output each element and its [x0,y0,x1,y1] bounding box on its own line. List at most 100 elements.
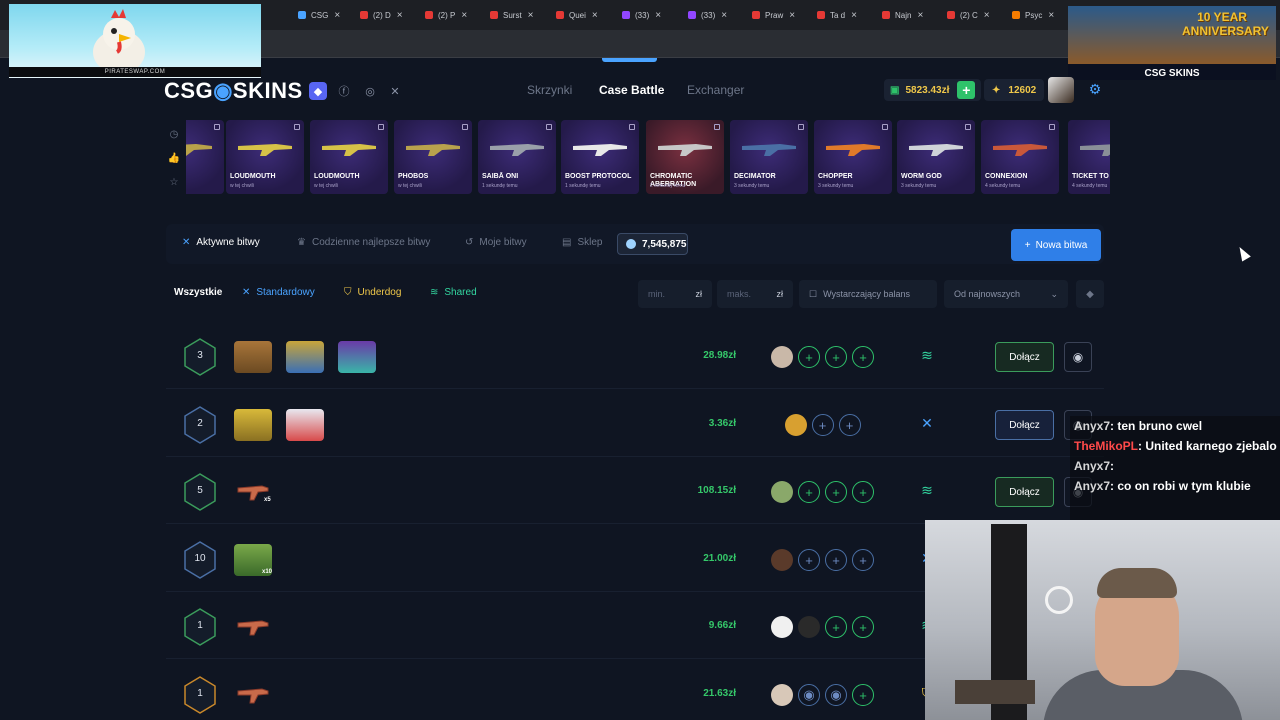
close-tab-icon[interactable]: × [334,10,340,21]
drop-card[interactable] [186,120,224,194]
browser-tab[interactable]: (33) × [622,6,674,24]
join-slot-button[interactable]: + [852,616,874,638]
close-tab-icon[interactable]: × [397,10,403,21]
player-avatar[interactable] [771,616,793,638]
drop-card[interactable]: LOUDMOUTH w tej chwili [310,120,388,194]
close-tab-icon[interactable]: × [1048,10,1054,21]
deposit-button[interactable]: + [957,81,976,99]
bot-slot-icon[interactable]: ◉ [825,684,847,706]
drop-card[interactable]: LOUDMOUTH w tej chwili [226,120,304,194]
browser-tab[interactable]: (2) D × [360,6,412,24]
drop-card[interactable]: BOOST PROTOCOL 1 sekundę temu [561,120,639,194]
max-price-input[interactable]: maks. zł [717,280,793,308]
plus-icon: + [1024,239,1031,251]
close-tab-icon[interactable]: × [528,10,534,21]
sufficient-balance-toggle[interactable]: ☐ Wystarczający balans [799,280,937,308]
filter-standard[interactable]: ✕ Standardowy [242,287,315,298]
balance-display[interactable]: ▣ 5823.43zł + [884,79,982,101]
player-avatar[interactable] [771,481,793,503]
min-price-input[interactable]: min. zł [638,280,712,308]
drop-card[interactable]: WORM GOD 3 sekundy temu [897,120,975,194]
join-slot-button[interactable]: + [852,346,874,368]
browser-tab[interactable]: CSG × [298,6,350,24]
join-slot-button[interactable]: + [852,549,874,571]
favicon-icon [688,11,696,19]
drop-card[interactable]: CHOPPER 3 sekundy temu [814,120,892,194]
browser-tab[interactable]: Najn × [882,6,934,24]
close-tab-icon[interactable]: × [789,10,795,21]
close-tab-icon[interactable]: × [721,10,727,21]
tab-daily-best[interactable]: ♛ Codzienne najlepsze bitwy [297,237,430,248]
filter-underdog[interactable]: ⛉ Underdog [344,287,401,298]
thumbs-up-icon[interactable]: 👍 [168,153,180,164]
discord-icon[interactable]: ◆ [309,82,327,100]
new-battle-button[interactable]: + Nowa bitwa [1011,229,1101,261]
browser-tab[interactable]: (2) C × [947,6,999,24]
close-tab-icon[interactable]: × [917,10,923,21]
filter-shared[interactable]: ≋ Shared [430,287,477,298]
weapon-icon [1080,144,1110,156]
join-slot-button[interactable]: + [825,481,847,503]
player-avatar[interactable] [771,346,793,368]
facebook-icon[interactable]: ⓕ [335,82,353,100]
join-slot-button[interactable]: + [798,481,820,503]
filter-all[interactable]: Wszystkie [174,287,222,298]
clear-filters-button[interactable]: ◆ [1076,280,1104,308]
drop-card[interactable]: SAIBĀ ONI 1 sekundę temu [478,120,556,194]
close-tab-icon[interactable]: × [592,10,598,21]
clock-icon[interactable]: ◷ [170,129,179,140]
browser-tab[interactable]: (33) × [688,6,740,24]
join-slot-button[interactable]: + [838,414,861,436]
join-slot-button[interactable]: + [825,346,847,368]
join-slot-button[interactable]: + [825,616,847,638]
tab-shop[interactable]: ▤ Sklep [562,237,602,248]
browser-tab[interactable]: (2) P × [425,6,477,24]
nav-case-battle[interactable]: Case Battle [599,83,664,97]
battle-price: 21.00zł [703,553,736,564]
tab-active-battles[interactable]: ✕ Aktywne bitwy [182,237,260,248]
drop-card[interactable]: PHOBOS w tej chwili [394,120,472,194]
shop-icon: ▤ [562,237,572,248]
browser-tab[interactable]: Praw × [752,6,804,24]
browser-tab[interactable]: Surst × [490,6,544,24]
join-slot-button[interactable]: + [852,684,874,706]
user-avatar[interactable] [1048,77,1074,103]
join-slot-button[interactable]: + [798,549,820,571]
site-logo[interactable]: CSG◉SKINS [164,78,303,104]
join-battle-button[interactable]: Dołącz [995,342,1054,372]
gear-icon[interactable]: ⚙ [1086,81,1104,99]
sort-select[interactable]: Od najnowszych ⌄ [944,280,1068,308]
drop-card[interactable]: CHROMATIC ABERRATION 2 sekundy temu [646,120,724,194]
join-slot-button[interactable]: + [825,549,847,571]
x-twitter-icon[interactable]: ✕ [386,82,404,100]
instagram-icon[interactable]: ◎ [361,82,379,100]
close-tab-icon[interactable]: × [851,10,857,21]
join-battle-button[interactable]: Dołącz [995,410,1054,440]
eye-icon[interactable]: ◉ [1064,342,1092,372]
browser-tab[interactable]: Psyc × [1012,6,1064,24]
points-display[interactable]: ✦ 12602 [984,79,1045,101]
tab-my-battles[interactable]: ↺ Moje bitwy [465,237,527,248]
favicon-icon [490,11,498,19]
nav-skrzynki[interactable]: Skrzynki [527,83,572,97]
close-tab-icon[interactable]: × [461,10,467,21]
browser-tab[interactable]: Ta d × [817,6,869,24]
drop-card[interactable]: DECIMATOR 3 sekundy temu [730,120,808,194]
drop-card[interactable]: TICKET TO 4 sekundy temu [1068,120,1110,194]
join-battle-button[interactable]: Dołącz [995,477,1054,507]
player-avatar[interactable] [771,684,793,706]
bot-slot-icon[interactable]: ◉ [798,684,820,706]
close-tab-icon[interactable]: × [655,10,661,21]
drop-card[interactable]: CONNEXION 4 sekundy temu [981,120,1059,194]
nav-exchanger[interactable]: Exchanger [687,83,744,97]
join-slot-button[interactable]: + [852,481,874,503]
close-tab-icon[interactable]: × [984,10,990,21]
player-avatar[interactable] [798,616,820,638]
star-icon[interactable]: ☆ [170,177,179,188]
join-slot-button[interactable]: + [798,346,820,368]
gems-balance[interactable]: 7,545,875 [617,233,688,255]
browser-tab[interactable]: Quei × [556,6,608,24]
player-avatar[interactable] [784,414,807,436]
player-avatar[interactable] [771,549,793,571]
join-slot-button[interactable]: + [811,414,834,436]
